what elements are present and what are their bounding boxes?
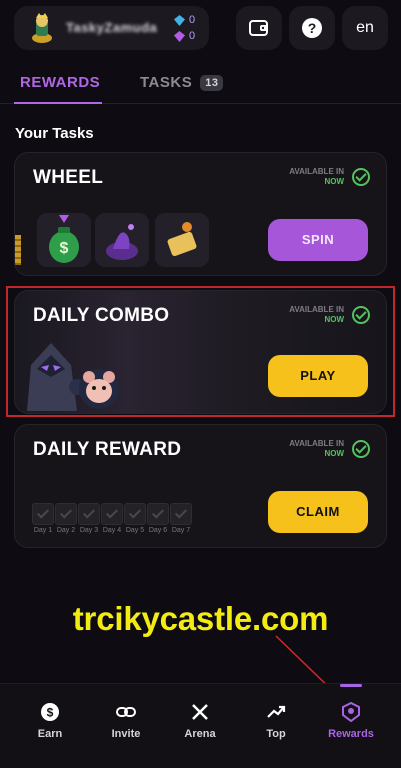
language-button[interactable]: en [342,6,388,50]
claim-button[interactable]: CLAIM [268,491,368,533]
available-value: NOW [324,177,344,186]
active-nav-indicator [340,684,362,687]
day-item: Day 2 [55,503,77,534]
day-label: Day 5 [125,527,145,534]
active-tab-indicator [14,102,102,104]
wallet-button[interactable] [236,6,282,50]
day-label: Day 4 [102,527,122,534]
day-item: Day 1 [32,503,54,534]
question-icon: ? [302,18,322,38]
day-item: Day 7 [170,503,192,534]
tab-tasks[interactable]: TASKS 13 [140,74,224,91]
section-title: Your Tasks [15,125,94,142]
available-value: NOW [324,449,344,458]
prize-purple-bag [95,213,149,267]
day-check-icon [147,503,169,525]
availability: AVAILABLE IN NOW [289,167,344,187]
svg-text:$: $ [60,240,69,257]
nav-arena[interactable]: Arena [162,702,238,740]
day-streak: Day 1 Day 2 Day 3 Day 4 Day 5 Day 6 Day … [32,503,192,534]
nav-label: Top [266,728,286,740]
day-label: Day 2 [56,527,76,534]
nav-label: Earn [37,728,63,740]
nav-label: Rewards [328,728,374,740]
nav-label: Arena [184,728,216,740]
highlight-box [6,286,395,417]
prize-money-bag: $ [37,213,91,267]
daily-reward-card: DAILY REWARD AVAILABLE IN NOW Day 1 Day … [14,424,387,548]
day-label: Day 6 [148,527,168,534]
available-label: AVAILABLE IN [289,439,344,448]
stat-purple-gems: 0 [174,30,195,42]
day-label: Day 1 [33,527,53,534]
stat-blue-gems: 0 [174,14,195,26]
stat-value: 0 [189,30,196,42]
link-icon [116,707,136,717]
available-label: AVAILABLE IN [289,167,344,176]
username: TaskyZamuda [66,20,158,35]
help-button[interactable]: ? [289,6,335,50]
tasks-count-badge: 13 [200,74,224,91]
blue-gem-icon [174,14,185,26]
svg-text:?: ? [308,20,317,36]
svg-text:$: $ [47,706,54,720]
tab-tasks-label: TASKS [140,74,193,91]
nav-label: Invite [111,728,141,740]
dollar-icon: $ [41,703,59,721]
card-title: DAILY REWARD [33,439,182,460]
wallet-icon [249,20,268,36]
swords-icon [192,704,208,720]
top-bar: TaskyZamuda 0 0 ? en [0,0,401,58]
check-icon [352,440,370,458]
day-check-icon [124,503,146,525]
purple-bag-icon [106,224,138,260]
avatar [32,13,52,43]
day-item: Day 3 [78,503,100,534]
day-check-icon [101,503,123,525]
day-check-icon [78,503,100,525]
tab-rewards[interactable]: REWARDS [20,74,100,91]
trending-up-icon [267,705,286,718]
check-icon [352,168,370,186]
prize-ticket [155,213,209,267]
day-check-icon [32,503,54,525]
tab-bar: REWARDS TASKS 13 [0,66,401,106]
stat-value: 0 [189,14,196,26]
profile-card[interactable]: TaskyZamuda 0 0 [14,6,209,50]
ticket-icon [167,222,197,257]
money-bag-icon: $ [49,215,79,263]
nav-rewards[interactable]: Rewards [313,702,389,740]
bottom-nav: $ Earn Invite Arena Top Rewards [0,683,401,768]
nav-invite[interactable]: Invite [88,702,164,740]
day-label: Day 7 [171,527,191,534]
wheel-card: WHEEL AVAILABLE IN NOW $ SPIN [14,152,387,276]
nav-top[interactable]: Top [238,702,314,740]
purple-gem-icon [174,30,185,42]
day-item: Day 4 [101,503,123,534]
day-label: Day 3 [79,527,99,534]
day-check-icon [55,503,77,525]
spin-button[interactable]: SPIN [268,219,368,261]
day-item: Day 6 [147,503,169,534]
availability: AVAILABLE IN NOW [289,439,344,459]
reward-badge-icon [342,702,360,722]
nav-earn[interactable]: $ Earn [12,702,88,740]
day-check-icon [170,503,192,525]
day-item: Day 5 [124,503,146,534]
card-title: WHEEL [33,167,104,188]
coins-image [15,235,21,265]
